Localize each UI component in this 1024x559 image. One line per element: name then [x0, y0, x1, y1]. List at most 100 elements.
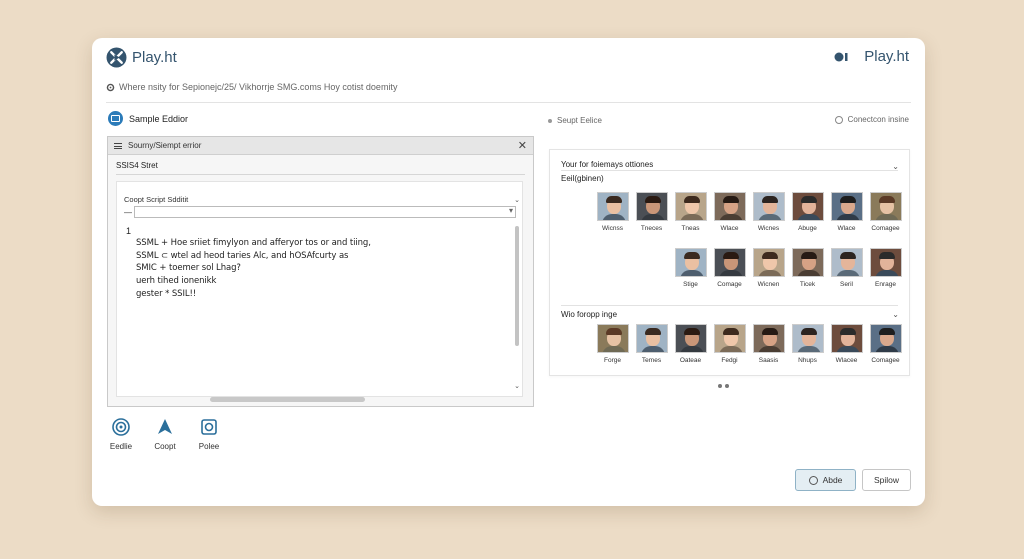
avatar: [596, 324, 629, 353]
ring-icon: [834, 115, 843, 124]
script-editor-link[interactable]: Seupt Eelice: [548, 116, 602, 125]
tool-copy[interactable]: Coopt: [152, 418, 178, 451]
avatar: [752, 192, 785, 221]
vertical-scrollbar[interactable]: [515, 226, 519, 346]
chevron-down-icon[interactable]: ⌄: [514, 196, 520, 204]
voice-card[interactable]: Ticek: [791, 248, 824, 288]
line-number: 1: [126, 226, 132, 236]
voice-name: Temes: [641, 357, 662, 364]
save-button[interactable]: Spilow: [862, 469, 911, 491]
editor-title: Sourny/Siempt errior: [128, 141, 202, 150]
editor-subtitle: SSIS4 Stret: [116, 161, 158, 170]
voices-divider-2: [561, 305, 898, 306]
tool-profile[interactable]: Polee: [196, 418, 222, 451]
pager-dots[interactable]: [718, 384, 729, 388]
code-line[interactable]: SSML + Hoe sriiet fimylyon and afferyor …: [136, 238, 371, 248]
voice-card[interactable]: Wlace: [830, 192, 863, 232]
apply-icon: [808, 475, 818, 485]
menu-icon[interactable]: [114, 142, 122, 149]
voice-name: Oateae: [679, 357, 702, 364]
avatar: [713, 324, 746, 353]
voice-card[interactable]: Wicnes: [752, 192, 785, 232]
avatar: [713, 192, 746, 221]
voice-card[interactable]: Comagee: [869, 192, 902, 232]
bullet-icon: [548, 118, 552, 123]
voice-card[interactable]: Wlace: [713, 192, 746, 232]
voice-card[interactable]: Comage: [713, 248, 746, 288]
brand[interactable]: Play.ht: [106, 47, 177, 68]
voice-name: Saasis: [758, 357, 779, 364]
avatar: [752, 324, 785, 353]
avatar: [830, 248, 863, 277]
voice-card[interactable]: Oateae: [674, 324, 707, 364]
avatar: [674, 248, 707, 277]
voice-name: Comage: [717, 281, 742, 288]
pager-dot[interactable]: [718, 384, 722, 388]
compass-icon: [158, 419, 172, 434]
mid-label-text: Seupt Eelice: [557, 116, 602, 125]
subheader-text: Where nsity for Sepionejc/25/ Vikhorrje …: [119, 82, 398, 92]
script-select[interactable]: [134, 206, 516, 218]
voices-group2-title: Wio foropp inge: [561, 310, 618, 319]
script-select-row: —: [124, 206, 516, 218]
code-line[interactable]: SMIC + toemer sol Lhag?: [136, 263, 241, 273]
voice-card[interactable]: Abuge: [791, 192, 824, 232]
voices-panel: Your for foiemays ottiones ⌄ Eeil(gbinen…: [549, 149, 910, 376]
chevron-down-icon[interactable]: ⌄: [892, 310, 899, 319]
avatar: [635, 324, 668, 353]
header-divider: [106, 102, 911, 103]
voice-grid-row1: Wicnss Tneces Tneas Wlace Wicnes Abuge Wlace Co…: [596, 192, 902, 232]
tool-label: Eedlie: [109, 442, 133, 451]
close-icon[interactable]: ✕: [518, 139, 527, 152]
voice-card[interactable]: Tneces: [635, 192, 668, 232]
voice-card[interactable]: Wicnen: [752, 248, 785, 288]
voice-card[interactable]: Forge: [596, 324, 629, 364]
code-line[interactable]: gester * SSIL!!: [136, 289, 196, 299]
apply-label: Abde: [822, 475, 843, 485]
voice-card[interactable]: Tneas: [674, 192, 707, 232]
voice-name: Nhups: [798, 357, 817, 364]
voice-card[interactable]: Comagee: [869, 324, 902, 364]
voice-grid-row3: Forge Temes Oateae Fedgi Saasis Nhups Wlacee Co…: [596, 324, 902, 364]
connection-link[interactable]: Conectcon insine: [834, 115, 909, 124]
editor-divider: [116, 174, 525, 175]
voice-name: Forge: [604, 357, 621, 364]
code-line[interactable]: uerh tihed ionenikk: [136, 276, 216, 286]
avatar: [791, 192, 824, 221]
code-line[interactable]: SSML ⊂ wtel ad heod taries Alc, and hOSA…: [136, 251, 348, 261]
avatar: [869, 248, 902, 277]
tool-edit[interactable]: Eedlie: [108, 418, 134, 451]
avatar: [596, 192, 629, 221]
pager-dot[interactable]: [725, 384, 729, 388]
voice-card[interactable]: Saasis: [752, 324, 785, 364]
voice-card[interactable]: Fedgi: [713, 324, 746, 364]
avatar: [674, 324, 707, 353]
voice-card[interactable]: Nhups: [791, 324, 824, 364]
brand-name-right: Play.ht: [864, 48, 909, 65]
editor-titlebar: Sourny/Siempt errior ✕: [108, 137, 533, 155]
scroll-down-icon[interactable]: ⌄: [514, 382, 520, 390]
voices-title: Your for foiemays ottiones: [561, 160, 654, 169]
horizontal-scrollbar[interactable]: [210, 397, 365, 402]
tool-bar: Eedlie Coopt Polee: [108, 418, 222, 451]
script-editor-panel: Sourny/Siempt errior ✕ SSIS4 Stret Coopt…: [107, 136, 534, 407]
script-text-area[interactable]: Coopt Script Sdditit ⌄ — 1 SSML + Hoe sr…: [116, 181, 523, 397]
voice-card[interactable]: Enrage: [869, 248, 902, 288]
avatar: [752, 248, 785, 277]
apply-button[interactable]: Abde: [795, 469, 856, 491]
voice-name: Comagee: [871, 225, 900, 232]
brand-right[interactable]: Play.ht: [834, 48, 909, 65]
voice-name: Wicnes: [757, 225, 780, 232]
voice-card[interactable]: Wicnss: [596, 192, 629, 232]
avatar: [791, 248, 824, 277]
voice-name: Seril: [839, 281, 853, 288]
brand-name: Play.ht: [132, 49, 177, 66]
voice-card[interactable]: Temes: [635, 324, 668, 364]
voice-card[interactable]: Wlacee: [830, 324, 863, 364]
voice-name: Wicnen: [757, 281, 780, 288]
voice-card[interactable]: Seril: [830, 248, 863, 288]
voice-card[interactable]: Stige: [674, 248, 707, 288]
avatar: [869, 324, 902, 353]
voice-name: Wlacee: [835, 357, 858, 364]
section-title-text: Sample Eddior: [129, 113, 189, 124]
